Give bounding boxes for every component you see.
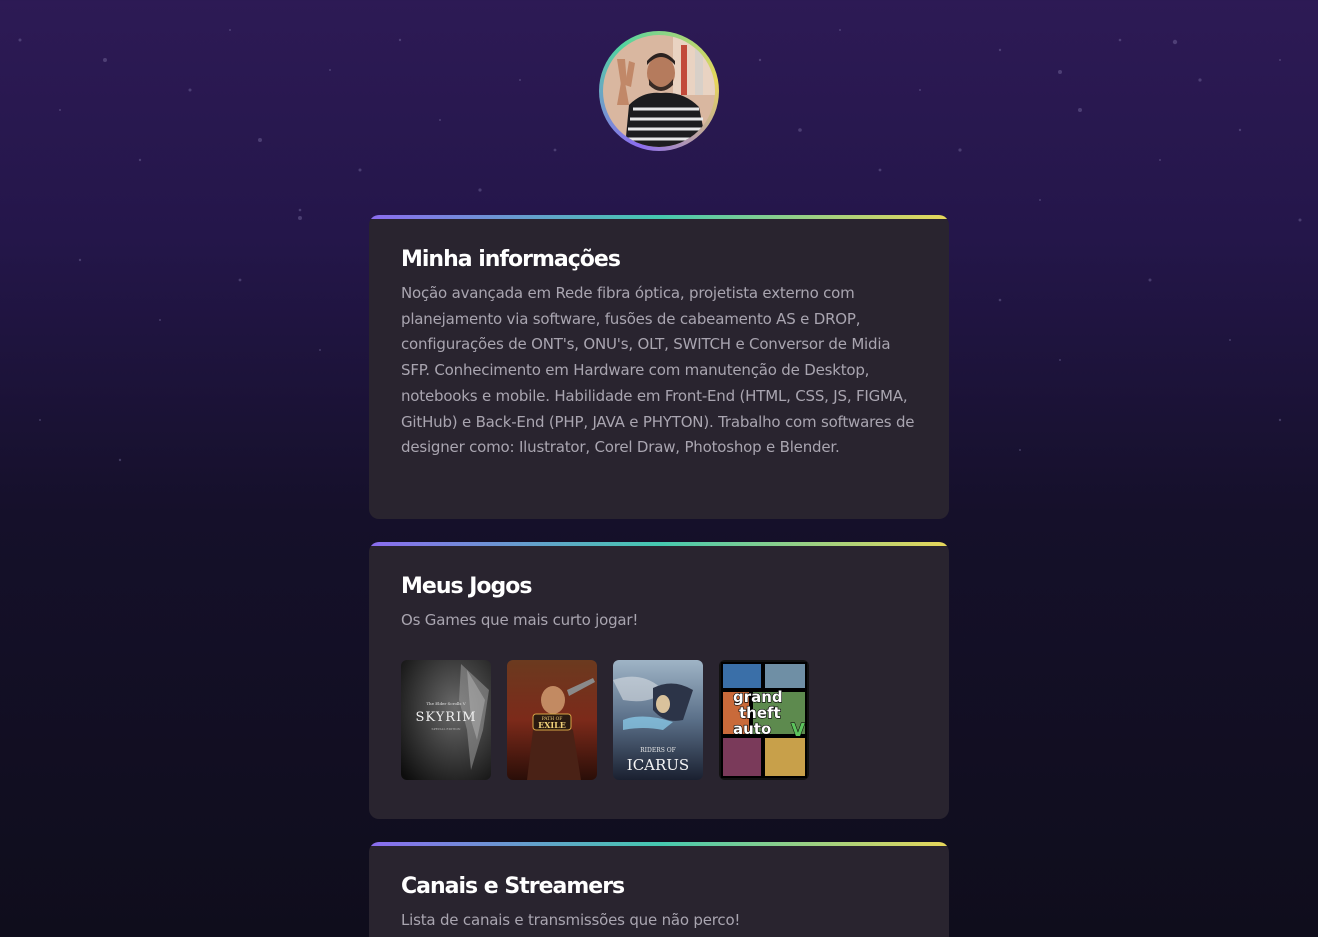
poe-title-line2: EXILE — [538, 720, 566, 730]
info-card-title: Minha informações — [401, 247, 621, 272]
skyrim-cover[interactable]: The Elder Scrolls V SKYRIM SPECIAL EDITI… — [401, 659, 491, 780]
icarus-title-line1: RIDERS OF — [640, 747, 676, 754]
skyrim-subtitle: The Elder Scrolls V — [426, 701, 465, 706]
info-card: Minha informações Noção avançada em Rede… — [369, 215, 949, 519]
skyrim-title: SKYRIM — [415, 710, 476, 725]
channels-card-subtitle: Lista de canais e transmissões que não p… — [401, 911, 741, 929]
games-card-subtitle: Os Games que mais curto jogar! — [401, 611, 639, 629]
riders-of-icarus-cover[interactable]: RIDERS OF ICARUS — [613, 659, 703, 780]
avatar-ring — [599, 31, 719, 151]
path-of-exile-cover[interactable]: PATH OF EXILE — [507, 659, 597, 780]
channels-card-title: Canais e Streamers — [401, 874, 625, 899]
gta-v-cover[interactable]: grand theft auto V — [719, 659, 809, 780]
icarus-title-line2: ICARUS — [627, 756, 689, 774]
games-card-title: Meus Jogos — [401, 574, 533, 599]
skyrim-edition: SPECIAL EDITION — [432, 727, 461, 731]
channels-card: Canais e Streamers Lista de canais e tra… — [369, 842, 949, 937]
avatar — [603, 35, 715, 147]
info-card-text: Noção avançada em Rede fibra óptica, pro… — [401, 284, 915, 457]
games-card: Meus Jogos Os Games que mais curto jogar… — [369, 542, 949, 819]
gta-v-mark: V — [791, 720, 805, 741]
games-list: The Elder Scrolls V SKYRIM SPECIAL EDITI… — [401, 659, 917, 780]
gta-title-line3: auto — [733, 720, 771, 738]
